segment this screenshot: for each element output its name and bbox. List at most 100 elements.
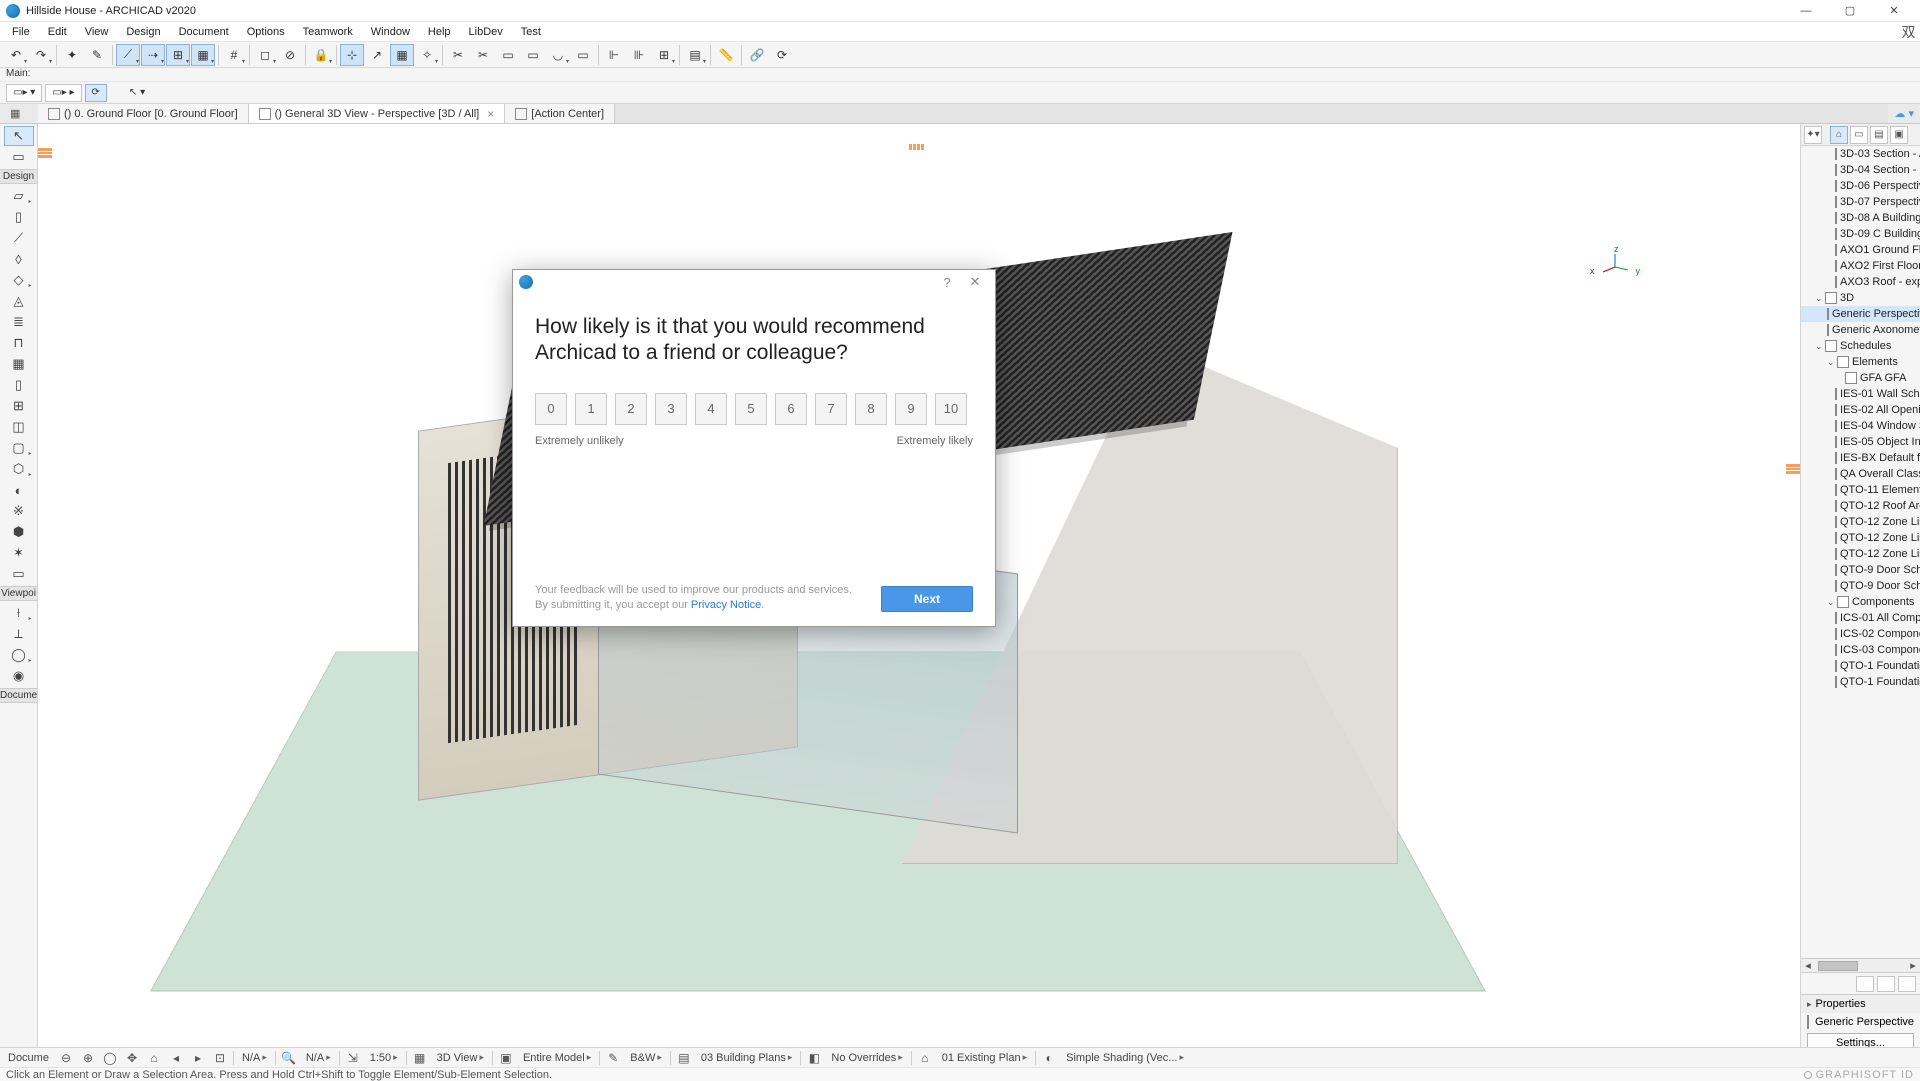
navigator-item[interactable]: AXO1 Ground Floor xyxy=(1801,242,1920,258)
minimize-button[interactable]: — xyxy=(1786,1,1826,21)
navigator-item[interactable]: ⌄Components xyxy=(1801,594,1920,610)
pen-icon[interactable]: ✎ xyxy=(604,1050,622,1066)
eyedropper-button[interactable]: ✎ xyxy=(85,44,109,66)
apply-favorite-button[interactable]: ▭▸ ▸ xyxy=(45,84,81,102)
tab-grid-icon[interactable]: ▦ xyxy=(10,107,24,121)
menu-options[interactable]: Options xyxy=(239,24,293,40)
refresh-button[interactable]: ⟳ xyxy=(770,44,794,66)
navigator-item[interactable]: QTO-12 Zone List xyxy=(1801,514,1920,530)
arrange-button[interactable]: ⊞▾ xyxy=(652,44,676,66)
graphisoft-id[interactable]: GRAPHISOFT ID xyxy=(1804,1069,1914,1081)
zone-tool[interactable]: ◐ xyxy=(4,480,34,500)
zoom-out-icon[interactable]: ⊖ xyxy=(57,1050,75,1066)
undo-button[interactable]: ↶▾ xyxy=(4,44,28,66)
navigator-item[interactable]: QTO-9 Door Sche xyxy=(1801,562,1920,578)
align-button[interactable]: ⊩ xyxy=(602,44,626,66)
zoom-in-icon[interactable]: ⊕ xyxy=(79,1050,97,1066)
suspend-button[interactable]: ⊘ xyxy=(278,44,302,66)
nps-score-10[interactable]: 10 xyxy=(935,393,967,425)
link-button[interactable]: 🔗 xyxy=(745,44,769,66)
navigator-tree[interactable]: 3D-03 Section - A (A3D-04 Section - B (A… xyxy=(1801,146,1920,958)
nps-score-3[interactable]: 3 xyxy=(655,393,687,425)
section-tool[interactable]: ⟊▸ xyxy=(4,603,34,623)
status-3dview[interactable]: 3D View▸ xyxy=(433,1052,488,1064)
status-building[interactable]: 03 Building Plans▸ xyxy=(697,1052,797,1064)
status-shading[interactable]: Simple Shading (Vec...▸ xyxy=(1062,1052,1188,1064)
status-bw[interactable]: B&W▸ xyxy=(626,1052,666,1064)
beam-tool[interactable]: ⟋ xyxy=(4,228,34,248)
create-favorite-button[interactable]: ▭▸ ▾ xyxy=(6,84,42,102)
snap-grid-button[interactable]: ▦ xyxy=(390,44,414,66)
wall-tool[interactable]: ▱▸ xyxy=(4,186,34,206)
distribute-button[interactable]: ⊪ xyxy=(627,44,651,66)
navigator-item[interactable]: IES-01 Wall Sched xyxy=(1801,386,1920,402)
nps-score-4[interactable]: 4 xyxy=(695,393,727,425)
display-button[interactable]: ▤▾ xyxy=(683,44,707,66)
nps-score-0[interactable]: 0 xyxy=(535,393,567,425)
dialog-close-icon[interactable]: ✕ xyxy=(961,274,989,290)
shading-icon[interactable]: ◐ xyxy=(1040,1050,1058,1066)
curtain-tool[interactable]: ▦ xyxy=(4,354,34,374)
zoom-icon[interactable]: 🔍 xyxy=(280,1050,298,1066)
navigator-item[interactable]: ICS-01 All Compo xyxy=(1801,610,1920,626)
navigator-item[interactable]: AXO3 Roof - explod xyxy=(1801,274,1920,290)
window-tool[interactable]: ⊞ xyxy=(4,396,34,416)
nav-new-icon[interactable] xyxy=(1856,976,1874,992)
nav-clone-icon[interactable] xyxy=(1877,976,1895,992)
menu-teamwork[interactable]: Teamwork xyxy=(295,24,361,40)
navigator-item[interactable]: QTO-1 Foundatio xyxy=(1801,658,1920,674)
tab-3d-view[interactable]: () General 3D View - Perspective [3D / A… xyxy=(249,104,506,123)
morph-tool[interactable]: ⬢ xyxy=(4,522,34,542)
shell-tool[interactable]: ◬ xyxy=(4,291,34,311)
lock-button[interactable]: 🔒▾ xyxy=(309,44,333,66)
right-splitter[interactable] xyxy=(1786,464,1800,474)
cloud-icon[interactable]: ☁ ▾ xyxy=(1894,107,1914,120)
navigator-item[interactable]: QTO-12 Zone List xyxy=(1801,546,1920,562)
navigator-item[interactable]: QTO-12 Zone List xyxy=(1801,530,1920,546)
view-map-tab[interactable]: ▭ xyxy=(1850,126,1868,144)
detail-tool[interactable]: ◯▸ xyxy=(4,645,34,665)
resize-button[interactable]: ▭ xyxy=(571,44,595,66)
status-overrides[interactable]: No Overrides▸ xyxy=(827,1052,906,1064)
selection-arrow-button[interactable]: ↖ ▾ xyxy=(123,84,151,102)
navigator-item[interactable]: 3D-08 A Building se xyxy=(1801,210,1920,226)
navigator-item[interactable]: 3D-04 Section - B (A xyxy=(1801,162,1920,178)
nps-score-5[interactable]: 5 xyxy=(735,393,767,425)
model-icon[interactable]: ▣ xyxy=(497,1050,515,1066)
navigator-item[interactable]: ⌄Schedules xyxy=(1801,338,1920,354)
navigator-item[interactable]: 3D-07 Perspective L xyxy=(1801,194,1920,210)
navigator-item[interactable]: QTO-12 Roof Area xyxy=(1801,498,1920,514)
cursor-button[interactable]: ◻▾ xyxy=(253,44,277,66)
menu-view[interactable]: View xyxy=(77,24,117,40)
navigator-item[interactable]: ICS-02 Componer xyxy=(1801,626,1920,642)
navigator-item[interactable]: Generic Perspective xyxy=(1801,306,1920,322)
close-button[interactable]: ✕ xyxy=(1874,1,1914,21)
toolbox-section-document[interactable]: Docume xyxy=(0,688,37,703)
navigator-item[interactable]: QTO-1 Foundatio xyxy=(1801,674,1920,690)
measure-button[interactable]: 📏 xyxy=(714,44,738,66)
navigator-item[interactable]: QTO-11 Element L xyxy=(1801,482,1920,498)
navigator-item[interactable]: IES-04 Window S xyxy=(1801,418,1920,434)
text-tool[interactable]: ▭ xyxy=(4,564,34,584)
nav-delete-icon[interactable] xyxy=(1898,976,1916,992)
snap-guide-button[interactable]: ↗ xyxy=(365,44,389,66)
privacy-link[interactable]: Privacy Notice xyxy=(691,599,761,611)
navigator-item[interactable]: QTO-9 Door Sche xyxy=(1801,578,1920,594)
ruler-mode-button[interactable]: ▦▾ xyxy=(191,44,215,66)
properties-header[interactable]: ▸Properties xyxy=(1801,995,1920,1013)
navigator-item[interactable]: IES-05 Object Inv xyxy=(1801,434,1920,450)
skylight-tool[interactable]: ◫ xyxy=(4,417,34,437)
elevation-tool[interactable]: ⟂ xyxy=(4,624,34,644)
navigator-item[interactable]: Generic Axonometr xyxy=(1801,322,1920,338)
next-view-icon[interactable]: ▸ xyxy=(189,1050,207,1066)
nps-score-2[interactable]: 2 xyxy=(615,393,647,425)
snap-element-button[interactable]: ✧▾ xyxy=(415,44,439,66)
nps-score-1[interactable]: 1 xyxy=(575,393,607,425)
mesh-tool[interactable]: ※ xyxy=(4,501,34,521)
zoom-sel-icon[interactable]: ⊡ xyxy=(211,1050,229,1066)
vertical-splitter[interactable] xyxy=(909,144,929,150)
arrow-mode-button[interactable]: ⟋▾ xyxy=(116,44,140,66)
left-splitter[interactable] xyxy=(38,148,52,158)
stair-tool[interactable]: ≣ xyxy=(4,312,34,332)
menu-window[interactable]: Window xyxy=(363,24,418,40)
